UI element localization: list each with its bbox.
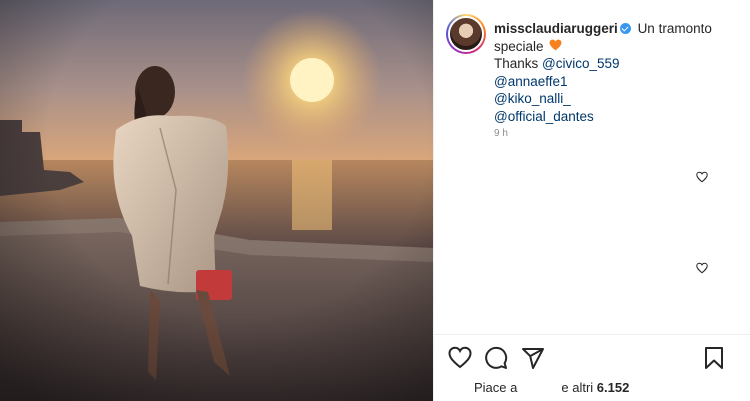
verified-badge-icon [619, 23, 631, 34]
likes-count: 6.152 [596, 380, 630, 395]
avatar-image [448, 16, 484, 52]
thanks-text: Thanks [494, 56, 543, 71]
avatar[interactable] [446, 14, 486, 54]
post-caption: missclaudiaruggeri Un tramonto speciale … [494, 20, 734, 125]
comment-like-heart-icon[interactable] [696, 171, 708, 183]
comment-like-heart-icon[interactable] [696, 262, 708, 274]
mention-link[interactable]: @civico_559 [542, 56, 620, 71]
likes-summary[interactable]: Piace a e altri 6.152 [474, 380, 629, 395]
comment-bubble-icon[interactable] [484, 346, 508, 370]
post-side-panel: missclaudiaruggeri Un tramonto speciale … [434, 0, 750, 401]
post-photo[interactable] [0, 0, 433, 401]
post-timestamp[interactable]: 9 h [494, 128, 508, 139]
save-bookmark-icon[interactable] [702, 346, 726, 370]
likes-prefix: Piace a [474, 380, 518, 395]
share-paper-plane-icon[interactable] [521, 346, 545, 370]
actions-divider [434, 334, 750, 335]
orange-heart-emoji-icon [549, 38, 562, 56]
mention-link[interactable]: @kiko_nalli_ [494, 90, 734, 108]
mention-link[interactable]: @annaeffe1 [494, 73, 734, 91]
caption-text-line-2: speciale [494, 38, 544, 54]
mention-link[interactable]: @official_dantes [494, 108, 734, 126]
likes-suffix: e altri [561, 380, 594, 395]
sunset-photo-illustration [0, 0, 433, 401]
like-button-heart-icon[interactable] [448, 346, 472, 370]
username-link[interactable]: missclaudiaruggeri [494, 21, 618, 36]
caption-text-line-1: Un tramonto [637, 21, 712, 36]
